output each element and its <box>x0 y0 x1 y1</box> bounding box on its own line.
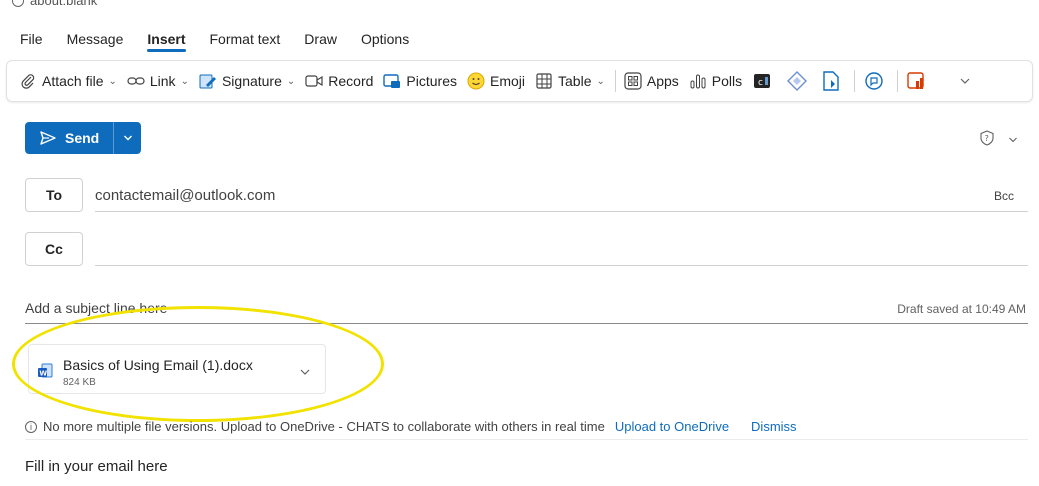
svg-text:c: c <box>758 78 763 88</box>
to-row: To contactemail@outlook.com Bcc <box>25 178 1028 214</box>
cc-button[interactable]: Cc <box>25 232 83 266</box>
record-button[interactable]: Record <box>305 72 373 90</box>
paperclip-icon <box>19 72 37 90</box>
tab-insert[interactable]: Insert <box>135 24 197 54</box>
pictures-label: Pictures <box>406 73 457 89</box>
info-message: No more multiple file versions. Upload t… <box>43 419 605 434</box>
message-body[interactable]: Fill in your email here <box>25 458 168 475</box>
addin-document-icon[interactable] <box>820 70 842 92</box>
attachment-card[interactable]: W Basics of Using Email (1).docx 824 KB <box>28 344 326 394</box>
signature-label: Signature <box>221 73 282 89</box>
sensitivity-icon[interactable]: ? <box>980 130 994 149</box>
table-label: Table <box>558 73 592 89</box>
addin-report-icon[interactable] <box>906 70 928 92</box>
polls-label: Polls <box>711 73 743 89</box>
table-icon <box>535 72 553 90</box>
compose-pane: Send ? To contactemail@outlook.com Bcc C… <box>10 114 1030 486</box>
emoji-label: Emoji <box>490 73 526 89</box>
upload-to-onedrive-link[interactable]: Upload to OneDrive <box>615 419 729 434</box>
to-recipient[interactable]: contactemail@outlook.com <box>95 187 275 204</box>
attachment-menu-chevron-icon[interactable] <box>299 363 311 381</box>
bcc-button[interactable]: Bcc <box>994 189 1014 203</box>
svg-text:?: ? <box>985 134 989 143</box>
dismiss-link[interactable]: Dismiss <box>751 419 797 434</box>
apps-label: Apps <box>646 73 679 89</box>
attachment-name: Basics of Using Email (1).docx <box>63 357 253 373</box>
svg-text:W: W <box>39 369 47 377</box>
cc-row: Cc <box>25 232 1028 268</box>
to-button[interactable]: To <box>25 178 83 212</box>
addin-diamond-icon[interactable] <box>786 70 808 92</box>
polls-button[interactable]: Polls <box>689 72 742 90</box>
addin-dark-icon[interactable]: c <box>752 70 774 92</box>
subject-placeholder: Add a subject line here <box>25 300 168 316</box>
send-label: Send <box>65 130 100 146</box>
table-button[interactable]: Table ⌄ <box>535 72 605 90</box>
polls-icon <box>689 72 707 90</box>
video-camera-icon <box>305 72 323 90</box>
chevron-down-icon: ⌄ <box>108 75 117 87</box>
onedrive-info-bar: i No more multiple file versions. Upload… <box>25 414 1028 440</box>
record-label: Record <box>328 73 374 89</box>
tab-format-text[interactable]: Format text <box>198 24 293 54</box>
to-field[interactable]: contactemail@outlook.com Bcc <box>95 178 1028 212</box>
attach-file-label: Attach file <box>42 73 104 89</box>
emoji-icon <box>467 72 485 90</box>
toolbar-divider <box>614 70 616 92</box>
picture-icon <box>383 72 401 90</box>
apps-button[interactable]: Apps <box>624 72 679 90</box>
insert-toolbar: Attach file ⌄ Link ⌄ Signature ⌄ Record … <box>6 60 1033 102</box>
addin-chat-icon[interactable] <box>863 70 885 92</box>
tab-message[interactable]: Message <box>55 24 136 54</box>
chevron-down-icon: ⌄ <box>286 75 296 87</box>
tab-options[interactable]: Options <box>349 24 421 54</box>
chevron-down-icon[interactable] <box>1008 133 1018 147</box>
send-icon <box>40 131 56 145</box>
chevron-down-icon: ⌄ <box>596 75 605 87</box>
subject-field[interactable]: Add a subject line here Draft saved at 1… <box>25 290 1028 324</box>
signature-button[interactable]: Signature ⌄ <box>199 72 295 90</box>
send-options-button[interactable] <box>113 122 142 154</box>
send-button[interactable]: Send <box>25 122 114 154</box>
word-document-icon: W <box>37 363 53 379</box>
emoji-button[interactable]: Emoji <box>467 72 525 90</box>
ribbon-tabs: File Message Insert Format text Draw Opt… <box>0 24 421 54</box>
tab-file[interactable]: File <box>8 24 55 54</box>
chevron-down-icon[interactable] <box>954 70 976 92</box>
info-icon <box>12 0 24 7</box>
info-icon: i <box>25 420 37 433</box>
link-icon <box>127 72 145 90</box>
draft-status: Draft saved at 10:49 AM <box>897 302 1026 316</box>
send-split-button: Send <box>25 122 142 154</box>
toolbar-divider <box>897 70 899 92</box>
chevron-down-icon <box>123 135 132 141</box>
cc-field[interactable] <box>95 232 1028 266</box>
url-text: about:blank <box>30 0 98 8</box>
sensitivity-controls: ? <box>980 130 1018 149</box>
attachment-size: 824 KB <box>63 377 96 388</box>
link-label: Link <box>149 73 176 89</box>
apps-icon <box>624 72 642 90</box>
link-button[interactable]: Link ⌄ <box>127 72 189 90</box>
chevron-down-icon: ⌄ <box>180 75 189 87</box>
attach-file-button[interactable]: Attach file ⌄ <box>19 72 117 90</box>
signature-icon <box>199 72 217 90</box>
toolbar-divider <box>854 70 856 92</box>
tab-draw[interactable]: Draw <box>292 24 349 54</box>
browser-address-strip: about:blank <box>0 0 1039 10</box>
pictures-button[interactable]: Pictures <box>383 72 457 90</box>
